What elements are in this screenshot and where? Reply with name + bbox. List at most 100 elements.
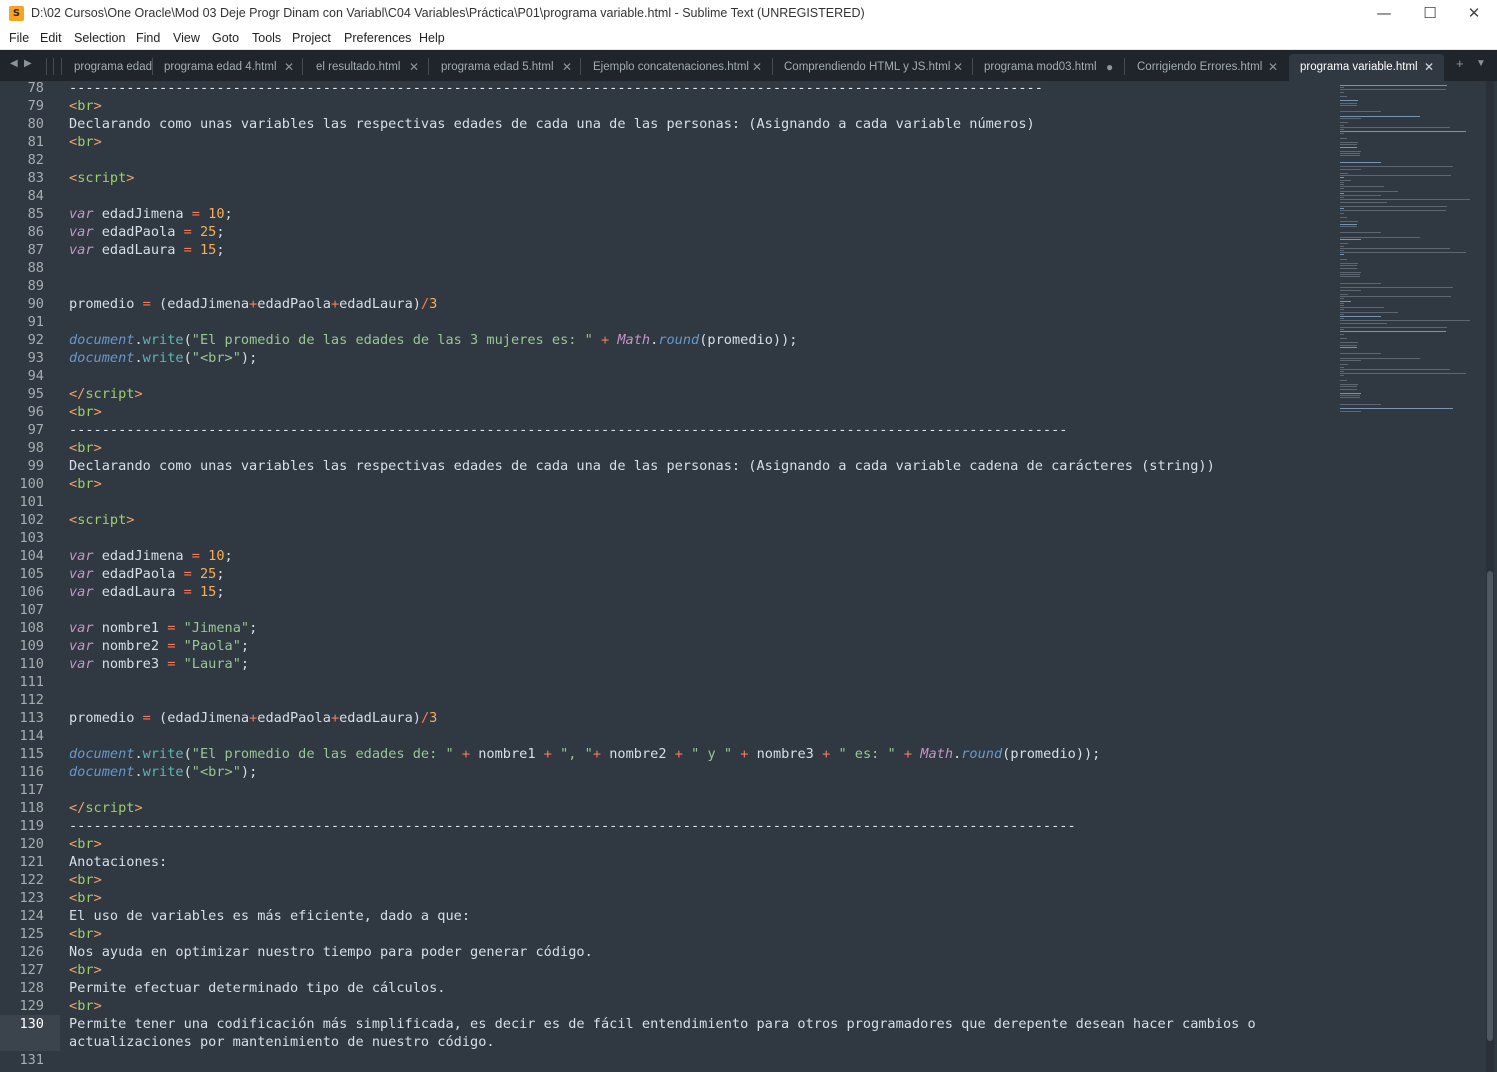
tab-comprendiendo-html-js[interactable]: Comprendiendo HTML y JS.html ✕	[773, 54, 971, 81]
tab-ejemplo-concatenaciones[interactable]: Ejemplo concatenaciones.html ✕	[581, 54, 771, 81]
tab-programa-variable[interactable]: programa variable.html ✕	[1289, 54, 1444, 81]
code-line[interactable]: <br>	[69, 97, 102, 115]
code-line[interactable]: El uso de variables es más eficiente, da…	[69, 907, 470, 925]
code-token: br	[77, 134, 94, 150]
code-line[interactable]: <br>	[69, 871, 102, 889]
line-number: 116	[19, 764, 44, 780]
code-line[interactable]: var edadLaura = 15;	[69, 241, 225, 259]
code-line[interactable]: <br>	[69, 961, 102, 979]
minimap-line	[1340, 175, 1451, 177]
minimap-line	[1340, 153, 1360, 155]
close-tab-icon[interactable]: ✕	[953, 60, 963, 74]
code-line[interactable]: var nombre2 = "Paola";	[69, 637, 249, 655]
code-token: >	[126, 170, 135, 186]
code-line[interactable]: var edadLaura = 15;	[69, 583, 225, 601]
menu-view[interactable]: View	[173, 31, 200, 45]
tab-programa-mod03[interactable]: programa mod03.html ●	[973, 54, 1123, 81]
code-token: "Paola"	[183, 638, 241, 654]
code-token: nombre3	[93, 656, 168, 672]
minimap-line	[1340, 265, 1358, 267]
tab-list-chevron-down-icon[interactable]: ▼	[1476, 58, 1486, 69]
tab-programa-edad-4[interactable]: programa edad 4.html ✕	[153, 54, 301, 81]
menu-find[interactable]: Find	[136, 31, 160, 45]
minimap-line	[1340, 155, 1360, 157]
code-line[interactable]: <br>	[69, 475, 102, 493]
tab-programa-edad-5[interactable]: programa edad 5.html ✕	[429, 54, 579, 81]
menu-project[interactable]: Project	[292, 31, 331, 45]
code-line[interactable]: ----------------------------------------…	[69, 817, 1076, 835]
code-line[interactable]: </script>	[69, 385, 143, 403]
code-line[interactable]: <br>	[69, 889, 102, 907]
code-line[interactable]: promedio = (edadJimena+edadPaola+edadLau…	[69, 295, 437, 313]
menu-file[interactable]: File	[9, 31, 29, 45]
code-line[interactable]: Declarando como unas variables las respe…	[69, 457, 1215, 475]
menu-preferences[interactable]: Preferences	[344, 31, 411, 45]
minimap-line	[1340, 404, 1381, 405]
close-tab-icon[interactable]: ✕	[409, 60, 419, 74]
code-line[interactable]: var nombre1 = "Jimena";	[69, 619, 257, 637]
code-line[interactable]: ----------------------------------------…	[69, 421, 1067, 439]
maximize-button[interactable]: ☐	[1407, 0, 1453, 28]
code-line[interactable]: <br>	[69, 133, 102, 151]
menu-goto[interactable]: Goto	[212, 31, 239, 45]
menu-help[interactable]: Help	[419, 31, 445, 45]
code-area[interactable]: ----------------------------------------…	[69, 81, 1334, 1072]
code-line[interactable]: <br>	[69, 997, 102, 1015]
menu-edit[interactable]: Edit	[40, 31, 62, 45]
code-line[interactable]: var edadPaola = 25;	[69, 565, 225, 583]
tab-next-icon[interactable]: ▶	[24, 58, 32, 69]
code-line[interactable]: document.write("<br>");	[69, 349, 257, 367]
code-line[interactable]: <br>	[69, 835, 102, 853]
code-line[interactable]: Permite efectuar determinado tipo de cál…	[69, 979, 445, 997]
code-line[interactable]: <br>	[69, 439, 102, 457]
tab-el-resultado[interactable]: el resultado.html ✕	[303, 54, 427, 81]
tab-separator	[53, 58, 54, 75]
code-line[interactable]: document.write("El promedio de las edade…	[69, 745, 1100, 763]
code-line[interactable]: </script>	[69, 799, 143, 817]
unsaved-dot-icon[interactable]: ●	[1106, 60, 1113, 74]
close-tab-icon[interactable]: ✕	[284, 60, 294, 74]
close-tab-icon[interactable]: ✕	[752, 60, 762, 74]
close-tab-icon[interactable]: ✕	[562, 60, 572, 74]
minimap-line	[1340, 267, 1358, 269]
code-line[interactable]: Anotaciones:	[69, 853, 167, 871]
tab-programa-edad[interactable]: programa edad	[66, 54, 152, 81]
line-number	[0, 1033, 44, 1051]
code-token: ----------------------------------------…	[69, 422, 1068, 438]
code-line[interactable]: <br>	[69, 403, 102, 421]
new-tab-icon[interactable]: +	[1456, 56, 1464, 71]
code-line[interactable]: <script>	[69, 511, 134, 529]
code-line[interactable]: actualizaciones por mantenimiento de nue…	[69, 1033, 495, 1051]
code-line[interactable]: document.write("El promedio de las edade…	[69, 331, 797, 349]
minimap-line	[1340, 223, 1358, 225]
code-line[interactable]: ----------------------------------------…	[69, 81, 1043, 97]
menu-tools[interactable]: Tools	[252, 31, 281, 45]
minimap-line	[1340, 360, 1361, 361]
code-line[interactable]: Declarando como unas variables las respe…	[69, 115, 1035, 133]
close-tab-icon[interactable]: ✕	[1424, 60, 1434, 74]
menu-selection[interactable]: Selection	[74, 31, 125, 45]
tab-corrigiendo-errores[interactable]: Corrigiendo Errores.html ✕	[1125, 54, 1287, 81]
code-line[interactable]: promedio = (edadJimena+edadPaola+edadLau…	[69, 709, 437, 727]
code-line[interactable]: <script>	[69, 169, 134, 187]
line-number: 84	[27, 188, 44, 204]
minimize-button[interactable]: —	[1361, 0, 1407, 28]
code-token: +	[330, 710, 340, 726]
line-number: 127	[19, 962, 44, 978]
close-window-button[interactable]: ✕	[1451, 0, 1497, 28]
minimap-line	[1340, 217, 1348, 218]
tab-prev-icon[interactable]: ◀	[10, 58, 18, 69]
code-line[interactable]: Permite tener una codificación más simpl…	[69, 1015, 1256, 1033]
code-line[interactable]: <br>	[69, 925, 102, 943]
code-line[interactable]: Nos ayuda en optimizar nuestro tiempo pa…	[69, 943, 593, 961]
code-line[interactable]: var edadPaola = 25;	[69, 223, 225, 241]
close-tab-icon[interactable]: ✕	[1268, 60, 1278, 74]
code-line[interactable]: var edadJimena = 10;	[69, 547, 233, 565]
minimap-line	[1340, 316, 1382, 317]
code-line[interactable]: var nombre3 = "Laura";	[69, 655, 249, 673]
code-line[interactable]: var edadJimena = 10;	[69, 205, 233, 223]
code-editor[interactable]: 78 79 80 81 82 83 84 85 86 87 88 89 90 91 92 93 94 95 96 97…	[0, 81, 1497, 1072]
minimap[interactable]	[1338, 81, 1478, 412]
scrollbar-thumb[interactable]	[1487, 571, 1493, 1041]
code-line[interactable]: document.write("<br>");	[69, 763, 257, 781]
